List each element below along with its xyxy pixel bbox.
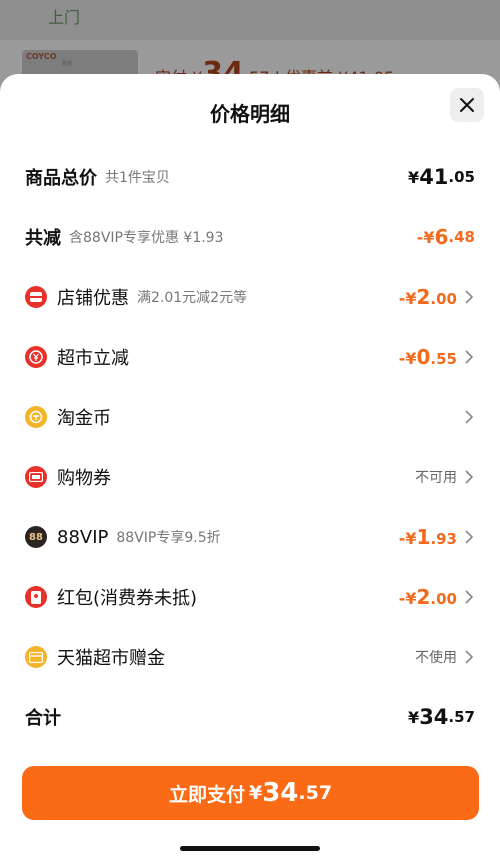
- total-amount: ¥34.57: [408, 705, 475, 729]
- row-red-packet[interactable]: 红包(消费券未抵) -¥2.00: [25, 577, 475, 617]
- total-discount-note: 含88VIP专享优惠 ¥1.93: [69, 230, 224, 246]
- chevron-right-icon: [465, 350, 474, 364]
- vip-note: 88VIP专享9.5折: [116, 530, 221, 546]
- shop-discount-dec: .00: [430, 290, 457, 308]
- coupon-label: 购物券: [57, 468, 111, 489]
- chevron-right-icon: [465, 650, 474, 664]
- chevron-right-icon: [465, 590, 474, 604]
- chevron-right-icon: [465, 530, 474, 544]
- shop-discount-icon: [25, 286, 47, 308]
- chevron-right-icon: [465, 470, 474, 484]
- total-dec: .57: [448, 708, 475, 726]
- vip-right: -¥1.93: [399, 525, 475, 549]
- row-coupon[interactable]: 购物券 不可用: [25, 457, 475, 497]
- red-packet-prefix: -¥: [398, 589, 417, 608]
- tmall-gift-label: 天猫超市赠金: [57, 648, 165, 669]
- vip-int: 1: [416, 525, 431, 549]
- row-tmall-gift[interactable]: 天猫超市赠金 不使用: [25, 637, 475, 677]
- close-button[interactable]: [450, 88, 484, 122]
- subtotal-label: 商品总价: [25, 168, 97, 189]
- market-discount-prefix: -¥: [398, 349, 417, 368]
- sheet-title: 价格明细: [210, 102, 290, 126]
- shop-discount-prefix: -¥: [398, 289, 417, 308]
- coupon-status: 不可用: [415, 470, 457, 486]
- row-88vip[interactable]: 88 88VIP 88VIP专享9.5折 -¥1.93: [25, 517, 475, 557]
- vip-amount: -¥1.93: [399, 525, 457, 549]
- total-yen: ¥: [408, 707, 420, 727]
- row-tao-coin[interactable]: 淘金币: [25, 397, 475, 437]
- subtotal-count: 共1件宝贝: [105, 170, 170, 186]
- vip-label: 88VIP: [57, 526, 109, 548]
- market-discount-label: 超市立减: [57, 348, 129, 369]
- row-market-discount[interactable]: 超市立减 -¥0.55: [25, 337, 475, 377]
- total-discount-int: 6: [434, 225, 449, 249]
- coupon-right: 不可用: [415, 467, 475, 487]
- red-packet-int: 2: [416, 585, 431, 609]
- tao-coin-label: 淘金币: [57, 408, 111, 429]
- row-total-discount: 共减 含88VIP专享优惠 ¥1.93 -¥ 6.48: [25, 217, 475, 257]
- product-thumb-caption: 盒装: [62, 61, 73, 67]
- red-packet-label: 红包(消费券未抵): [57, 588, 198, 609]
- close-icon: [460, 98, 474, 112]
- tmall-gift-status: 不使用: [415, 650, 457, 666]
- background-header: 上门: [0, 0, 500, 34]
- chevron-right-icon: [465, 410, 474, 424]
- gift-card-icon: [25, 646, 47, 668]
- ticket-icon: [25, 466, 47, 488]
- market-discount-amount: -¥0.55: [399, 345, 457, 369]
- tao-coin-right: [457, 409, 475, 425]
- gold-coin-icon: [25, 406, 47, 428]
- 88vip-badge-icon: 88: [25, 526, 47, 548]
- total-int: 34: [419, 705, 449, 729]
- shop-discount-note: 满2.01元减2元等: [137, 290, 248, 306]
- red-packet-amount: -¥2.00: [399, 585, 457, 609]
- vip-prefix: -¥: [398, 529, 417, 548]
- tmall-gift-right: 不使用: [415, 647, 475, 667]
- subtotal-yen: ¥: [408, 167, 420, 187]
- pay-button-label: 立即支付: [168, 783, 245, 806]
- row-shop-discount[interactable]: 店铺优惠 满2.01元减2元等 -¥2.00: [25, 277, 475, 317]
- pay-button-dec: .57: [298, 782, 333, 804]
- vip-dec: .93: [430, 530, 457, 548]
- subtotal-int: 41: [419, 165, 449, 189]
- total-discount-label: 共减: [25, 228, 61, 249]
- yen-coin-icon: [25, 346, 47, 368]
- red-packet-dec: .00: [430, 590, 457, 608]
- subtotal-dec: .05: [448, 168, 475, 186]
- total-label: 合计: [25, 708, 61, 729]
- shop-discount-int: 2: [416, 285, 431, 309]
- red-packet-icon: [25, 586, 47, 608]
- market-discount-dec: .55: [430, 350, 457, 368]
- price-detail-sheet: 价格明细 商品总价 共1件宝贝 ¥41.05 共减 含88VIP专享优惠 ¥1.…: [0, 74, 500, 861]
- pay-button-yen: ¥: [248, 782, 263, 804]
- market-discount-int: 0: [416, 345, 431, 369]
- total-discount-prefix: -¥: [416, 227, 435, 247]
- chevron-right-icon: [465, 290, 474, 304]
- pay-button-int: 34: [262, 778, 299, 808]
- row-subtotal: 商品总价 共1件宝贝 ¥41.05: [25, 157, 475, 197]
- total-discount-dec: .48: [448, 228, 475, 246]
- background-tab: 上门: [48, 8, 81, 27]
- home-indicator[interactable]: [180, 846, 320, 851]
- shop-discount-amount: -¥2.00: [399, 285, 457, 309]
- row-total: 合计 ¥34.57: [25, 697, 475, 737]
- product-brand: COYCO: [26, 52, 57, 61]
- market-discount-right: -¥0.55: [399, 345, 475, 369]
- shop-discount-label: 店铺优惠: [57, 288, 129, 309]
- shop-discount-right: -¥2.00: [399, 285, 475, 309]
- subtotal-amount: ¥41.05: [408, 165, 475, 189]
- pay-now-button[interactable]: 立即支付 ¥34.57: [22, 766, 479, 820]
- red-packet-right: -¥2.00: [399, 585, 475, 609]
- total-discount-amount: -¥ 6.48: [417, 225, 475, 249]
